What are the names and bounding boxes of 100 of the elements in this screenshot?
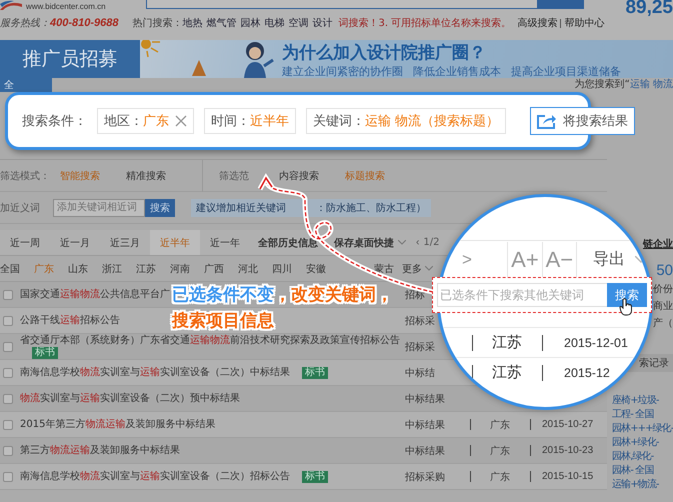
time-tab[interactable]: 近一年: [200, 230, 250, 255]
banner-slogan: 降低企业销售成本: [413, 64, 501, 79]
synonym-field[interactable]: 添加关键词相近词: [53, 198, 145, 216]
result-type: 招标采: [405, 316, 435, 326]
row-checkbox[interactable]: [3, 394, 13, 404]
condition-chip[interactable]: 时间：近半年: [204, 108, 296, 134]
chip-key: 地区：: [104, 112, 143, 130]
history-heading: 索记录: [639, 356, 669, 370]
result-region: 广东: [489, 470, 511, 484]
region-option[interactable]: 浙江: [102, 262, 136, 276]
region-option[interactable]: 全国: [0, 262, 34, 276]
chevron-down-icon: [398, 240, 406, 245]
recruit-button[interactable]: 推广员招募: [0, 40, 140, 78]
result-region: 江苏: [491, 333, 523, 352]
save-shortcut-button[interactable]: 保存桌面快捷: [326, 230, 414, 255]
filter-label: 筛选范: [219, 170, 250, 182]
hot-search-link[interactable]: 设计: [312, 16, 333, 30]
hot-search-link[interactable]: 地热: [182, 16, 203, 30]
chevron-down-icon: [425, 266, 433, 271]
row-checkbox[interactable]: [3, 290, 13, 300]
result-title[interactable]: 省交通厅本部（系统财务）广东省交通运输物流前沿技术研究探索及政策宣传招标公告: [20, 334, 400, 346]
chip-value: 近半年: [250, 113, 289, 130]
result-title[interactable]: 第三方物流运输及装卸服务中标结果: [20, 444, 180, 456]
result-title[interactable]: 2015年第三方物流运输及装卸服务中标结果: [20, 418, 216, 430]
result-title[interactable]: 物流实训室与运输实训室设备（二次）预中标结果: [20, 392, 240, 404]
region-option[interactable]: 山东: [68, 262, 102, 276]
search-history-link[interactable]: 运输+物流-: [612, 478, 659, 492]
category-tab[interactable]: 全: [0, 78, 52, 92]
region-option[interactable]: 河南: [170, 262, 204, 276]
header-link[interactable]: 高级搜索: [517, 16, 558, 30]
row-checkbox[interactable]: [3, 368, 13, 378]
result-date: 2015-12: [564, 366, 610, 380]
share-icon: [537, 113, 558, 129]
hot-search-link[interactable]: 空调: [288, 16, 309, 30]
filter-label: 加近义词: [0, 202, 41, 214]
sun-icon: [140, 40, 162, 58]
search-history-link[interactable]: 座椅+垃圾-: [612, 394, 659, 408]
site-url[interactable]: www.bidcenter.com.cn: [26, 2, 146, 11]
sidebar-text: 价份: [653, 283, 673, 297]
time-tab[interactable]: 近一月: [50, 230, 100, 255]
hotline-label: 服务热线：: [0, 16, 50, 30]
more-regions-button[interactable]: 更多: [402, 262, 433, 276]
sidebar-text: 商业: [653, 300, 673, 314]
search-summary: 为您搜索到“运输 物流: [574, 78, 673, 92]
hot-search-link[interactable]: 燃气管: [206, 16, 237, 30]
row-checkbox[interactable]: [3, 342, 13, 352]
result-title[interactable]: 国家交通运输物流公共信息平台广: [20, 288, 170, 300]
region-option[interactable]: 安徽: [306, 262, 340, 276]
region-option[interactable]: 广西: [204, 262, 238, 276]
hot-search-label: 热门搜索：: [132, 16, 183, 30]
row-checkbox[interactable]: [3, 446, 13, 456]
result-region: 广东: [489, 444, 511, 458]
condition-chip[interactable]: 关键词：运输 物流（搜索标题）: [306, 108, 506, 134]
search-history-link[interactable]: 园林,绿化-: [612, 450, 654, 464]
synonym-hint: 建议增加相近关键词: [196, 202, 286, 214]
result-type: 中标结果: [405, 446, 445, 456]
previous-page-button[interactable]: ‹: [416, 237, 420, 248]
hot-search-link[interactable]: 园林: [240, 16, 261, 30]
time-tab[interactable]: 近一周: [0, 230, 50, 255]
export-results-button[interactable]: 将搜索结果: [530, 107, 636, 135]
synonym-search-button[interactable]: 搜索: [145, 198, 175, 216]
keyword-search-button[interactable]: 搜索: [607, 283, 647, 307]
region-option[interactable]: 江苏: [136, 262, 170, 276]
condition-chip[interactable]: 地区：广东: [97, 108, 194, 134]
row-checkbox[interactable]: [3, 316, 13, 326]
scope-option[interactable]: 内容搜索: [279, 168, 319, 182]
result-type: 招标采: [405, 342, 435, 352]
result-type: 中标结果: [405, 420, 445, 430]
result-title[interactable]: 南海信息学校物流实训室与运输实训室设备（二次）招标公告: [20, 470, 290, 482]
result-title[interactable]: 南海信息学校物流实训室与运输实训室设备（二次）中标结果: [20, 366, 290, 378]
search-history-link[interactable]: 园林+绿化-: [612, 436, 659, 450]
row-checkbox[interactable]: [3, 472, 13, 482]
keyword-search-field[interactable]: 已选条件下搜索其他关键词: [437, 283, 607, 307]
row-checkbox[interactable]: [3, 420, 13, 430]
result-title[interactable]: 公路干线运输招标公告: [20, 314, 120, 326]
region-option[interactable]: 四川: [272, 262, 306, 276]
callout-text: 已选条件不变，改变关键词， 搜索项目信息: [172, 284, 393, 333]
synonym-hint: ：防水施工、防水工程）: [316, 202, 426, 214]
result-region: 江苏: [491, 363, 523, 382]
search-history-link[interactable]: 工程- 全国: [612, 408, 654, 422]
next-page-button[interactable]: >: [462, 242, 508, 278]
chip-key: 关键词：: [313, 112, 365, 130]
result-date: 2015-10-23: [542, 445, 594, 456]
time-tab[interactable]: 近三月: [100, 230, 150, 255]
search-history-link[interactable]: 园林- 全国: [612, 464, 654, 478]
banner-slogan: 建立企业间紧密的协作圈: [282, 64, 403, 79]
chip-key: 时间：: [211, 112, 250, 130]
result-date: 2015-10-15: [542, 471, 594, 482]
close-icon[interactable]: [175, 115, 187, 127]
mode-option[interactable]: 精准搜索: [126, 168, 166, 182]
result-region: 广东: [489, 418, 511, 432]
chip-value: 运输 物流（搜索标题）: [365, 113, 500, 130]
enterprise-count: 50: [656, 261, 673, 281]
header-link[interactable]: 帮助中心: [564, 16, 604, 30]
search-button[interactable]: [538, 0, 584, 9]
search-field[interactable]: [146, 0, 538, 9]
result-date: 2015-12-01: [564, 336, 628, 350]
hot-search-link[interactable]: 电梯: [264, 16, 285, 30]
region-option[interactable]: 河北: [238, 262, 272, 276]
search-history-link[interactable]: 园林+++绿化-: [612, 422, 673, 436]
